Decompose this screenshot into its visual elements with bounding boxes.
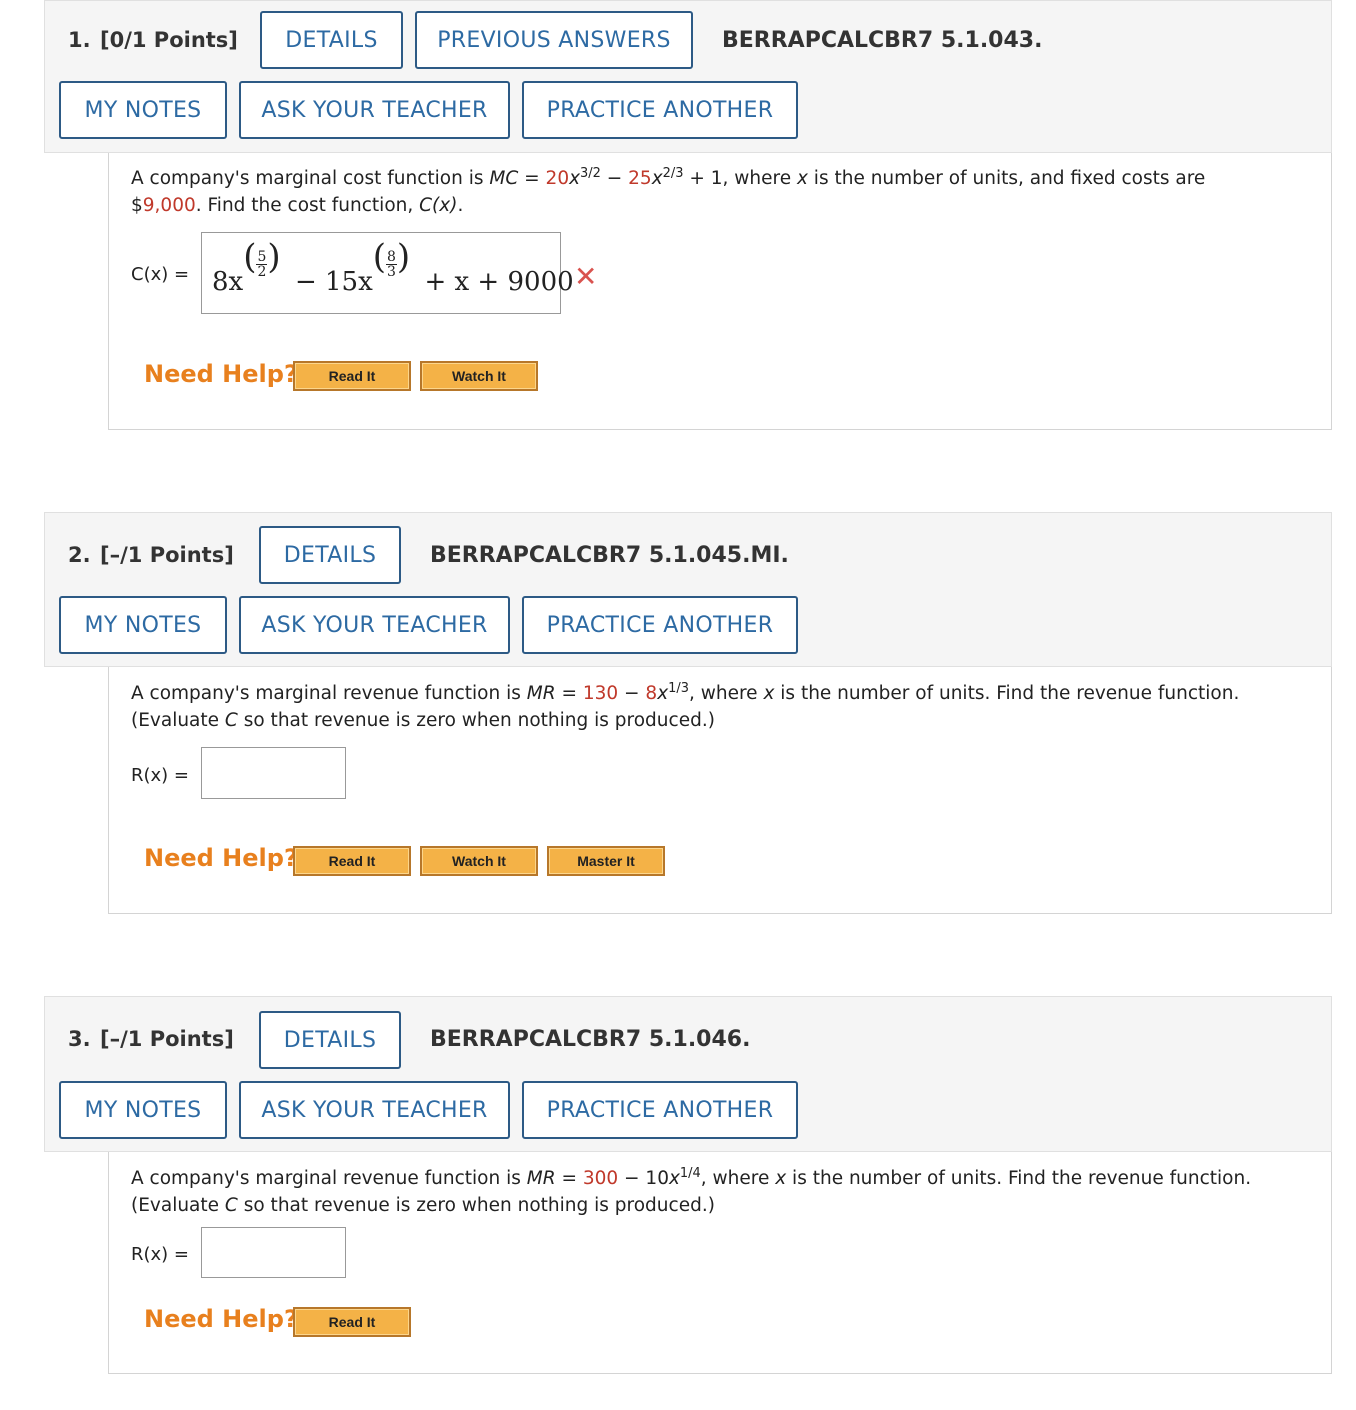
- q1-ans-f1-num: 5: [256, 248, 268, 265]
- q1-prompt-exp1: 3/2: [580, 165, 601, 181]
- q2-answer-field[interactable]: [201, 747, 346, 799]
- q1-my-notes-button[interactable]: MY NOTES: [59, 81, 227, 139]
- q2-my-notes-button[interactable]: MY NOTES: [59, 596, 227, 654]
- q3-code: BERRAPCALCBR7 5.1.046.: [430, 1027, 751, 1052]
- q2-prompt-text3: is the number of units. Find the revenue…: [774, 683, 1240, 704]
- q2-number: 2.: [68, 543, 91, 567]
- q3-need-help: Need Help?: [144, 1305, 298, 1333]
- q1-prompt-cx: C(x): [419, 195, 458, 216]
- q1-ans-term1: 8x: [212, 267, 244, 297]
- q1-ask-teacher-button[interactable]: ASK YOUR TEACHER: [239, 81, 510, 139]
- q2-prompt-x: x: [763, 683, 775, 704]
- q3-practice-another-button[interactable]: PRACTICE ANOTHER: [522, 1081, 798, 1139]
- q3-my-notes-button[interactable]: MY NOTES: [59, 1081, 227, 1139]
- q2-read-it-button[interactable]: Read It: [293, 846, 411, 876]
- q1-watch-it-button[interactable]: Watch It: [420, 361, 538, 391]
- q2-prompt-exp1: 1/3: [668, 680, 689, 696]
- q1-prompt-x2: x: [651, 168, 663, 189]
- q3-prompt-line2b: so that revenue is zero when nothing is …: [237, 1195, 715, 1216]
- q1-prompt-dollar: $: [131, 195, 143, 216]
- q2-prompt-text: A company's marginal revenue function is: [131, 683, 527, 704]
- q1-ans-term2: − 15x: [294, 267, 373, 297]
- q1-ans-f1-den: 2: [257, 263, 267, 280]
- q1-ans-term3: + x + 9000: [424, 267, 574, 297]
- q3-prompt-x: x: [775, 1168, 787, 1189]
- q2-need-help: Need Help?: [144, 844, 298, 872]
- q1-prompt: A company's marginal cost function is MC…: [131, 165, 1311, 219]
- q1-previous-answers-button[interactable]: PREVIOUS ANSWERS: [415, 11, 693, 69]
- q3-prompt-x1: x: [668, 1168, 680, 1189]
- q3-prompt-text3: is the number of units. Find the revenue…: [786, 1168, 1252, 1189]
- q1-points: [0/1 Points]: [100, 28, 238, 52]
- q2-answer-label: R(x) =: [131, 765, 190, 786]
- q1-code: BERRAPCALCBR7 5.1.043.: [722, 28, 1043, 53]
- q1-prompt-x1: x: [569, 168, 581, 189]
- close-x-icon: ✕: [574, 260, 598, 293]
- q2-prompt-C: C: [224, 710, 238, 731]
- q3-prompt-exp1: 1/4: [679, 1165, 701, 1181]
- q1-prompt-coef2: 25: [628, 168, 652, 189]
- q3-number: 3.: [68, 1027, 91, 1051]
- q1-need-help: Need Help?: [144, 360, 298, 388]
- q2-ask-teacher-button[interactable]: ASK YOUR TEACHER: [239, 596, 510, 654]
- q2-points: [–/1 Points]: [100, 543, 234, 567]
- q3-read-it-button[interactable]: Read It: [293, 1307, 411, 1337]
- q2-prompt-mr: MR: [526, 683, 556, 704]
- q2-practice-another-button[interactable]: PRACTICE ANOTHER: [522, 596, 798, 654]
- q2-prompt-text2: , where: [688, 683, 764, 704]
- q1-ans-f2-num: 8: [386, 248, 397, 265]
- q2-prompt-coef2: 8: [645, 683, 658, 704]
- q1-prompt-x: x: [796, 168, 808, 189]
- q1-prompt-coef1: 20: [545, 168, 570, 189]
- q2-prompt-eq: =: [555, 683, 583, 704]
- q1-practice-another-button[interactable]: PRACTICE ANOTHER: [522, 81, 798, 139]
- q3-prompt-C: C: [224, 1195, 238, 1216]
- q1-prompt-mc: MC: [489, 168, 519, 189]
- q1-answer-math: 8x(5 2) − 15x(8 3) + x + 9000: [212, 237, 574, 301]
- q3-prompt-text2: , where: [700, 1168, 776, 1189]
- q3-prompt-eq: =: [555, 1168, 583, 1189]
- q2-prompt-minus: −: [618, 683, 646, 704]
- q3-prompt-mr: MR: [526, 1168, 556, 1189]
- q1-ans-exp1: (5 2): [243, 237, 281, 280]
- q1-details-button[interactable]: DETAILS: [260, 11, 403, 69]
- q2-watch-it-button[interactable]: Watch It: [420, 846, 538, 876]
- q3-prompt-coef2: 10: [645, 1168, 669, 1189]
- q2-code: BERRAPCALCBR7 5.1.045.MI.: [430, 543, 789, 568]
- q3-prompt-minus: −: [618, 1168, 646, 1189]
- q2-prompt: A company's marginal revenue function is…: [131, 680, 1321, 734]
- q1-prompt-text2: + 1, where: [683, 168, 797, 189]
- q1-prompt-period: .: [457, 195, 464, 216]
- q3-details-button[interactable]: DETAILS: [259, 1011, 401, 1069]
- q1-read-it-button[interactable]: Read It: [293, 361, 411, 391]
- q3-prompt: A company's marginal revenue function is…: [131, 1165, 1326, 1219]
- q3-answer-field[interactable]: [201, 1227, 346, 1278]
- q1-number: 1.: [68, 28, 91, 52]
- q1-prompt-text4: . Find the cost function,: [195, 195, 420, 216]
- q2-prompt-line2b: so that revenue is zero when nothing is …: [237, 710, 715, 731]
- q1-prompt-fixed-cost: 9,000: [142, 195, 196, 216]
- q1-prompt-eq: =: [518, 168, 546, 189]
- q3-prompt-coef1: 300: [582, 1168, 619, 1189]
- q3-answer-label: R(x) =: [131, 1244, 190, 1265]
- q2-prompt-line2a: (Evaluate: [131, 710, 225, 731]
- q3-points: [–/1 Points]: [100, 1027, 234, 1051]
- q3-prompt-text: A company's marginal revenue function is: [131, 1168, 527, 1189]
- q1-answer-field[interactable]: 8x(5 2) − 15x(8 3) + x + 9000: [201, 232, 574, 314]
- q1-prompt-text3: is the number of units, and fixed costs …: [807, 168, 1206, 189]
- q2-master-it-button[interactable]: Master It: [547, 846, 665, 876]
- q2-prompt-coef1: 130: [582, 683, 619, 704]
- q1-prompt-text: A company's marginal cost function is: [131, 168, 490, 189]
- q1-ans-f2-den: 3: [387, 263, 396, 280]
- q2-prompt-x1: x: [657, 683, 669, 704]
- q1-prompt-exp2: 2/3: [662, 165, 684, 181]
- q3-prompt-line2a: (Evaluate: [131, 1195, 225, 1216]
- q3-ask-teacher-button[interactable]: ASK YOUR TEACHER: [239, 1081, 510, 1139]
- q1-prompt-minus: −: [600, 168, 629, 189]
- q2-details-button[interactable]: DETAILS: [259, 526, 401, 584]
- q1-answer-label: C(x) =: [131, 264, 190, 285]
- q1-ans-exp2: (8 3): [372, 237, 411, 280]
